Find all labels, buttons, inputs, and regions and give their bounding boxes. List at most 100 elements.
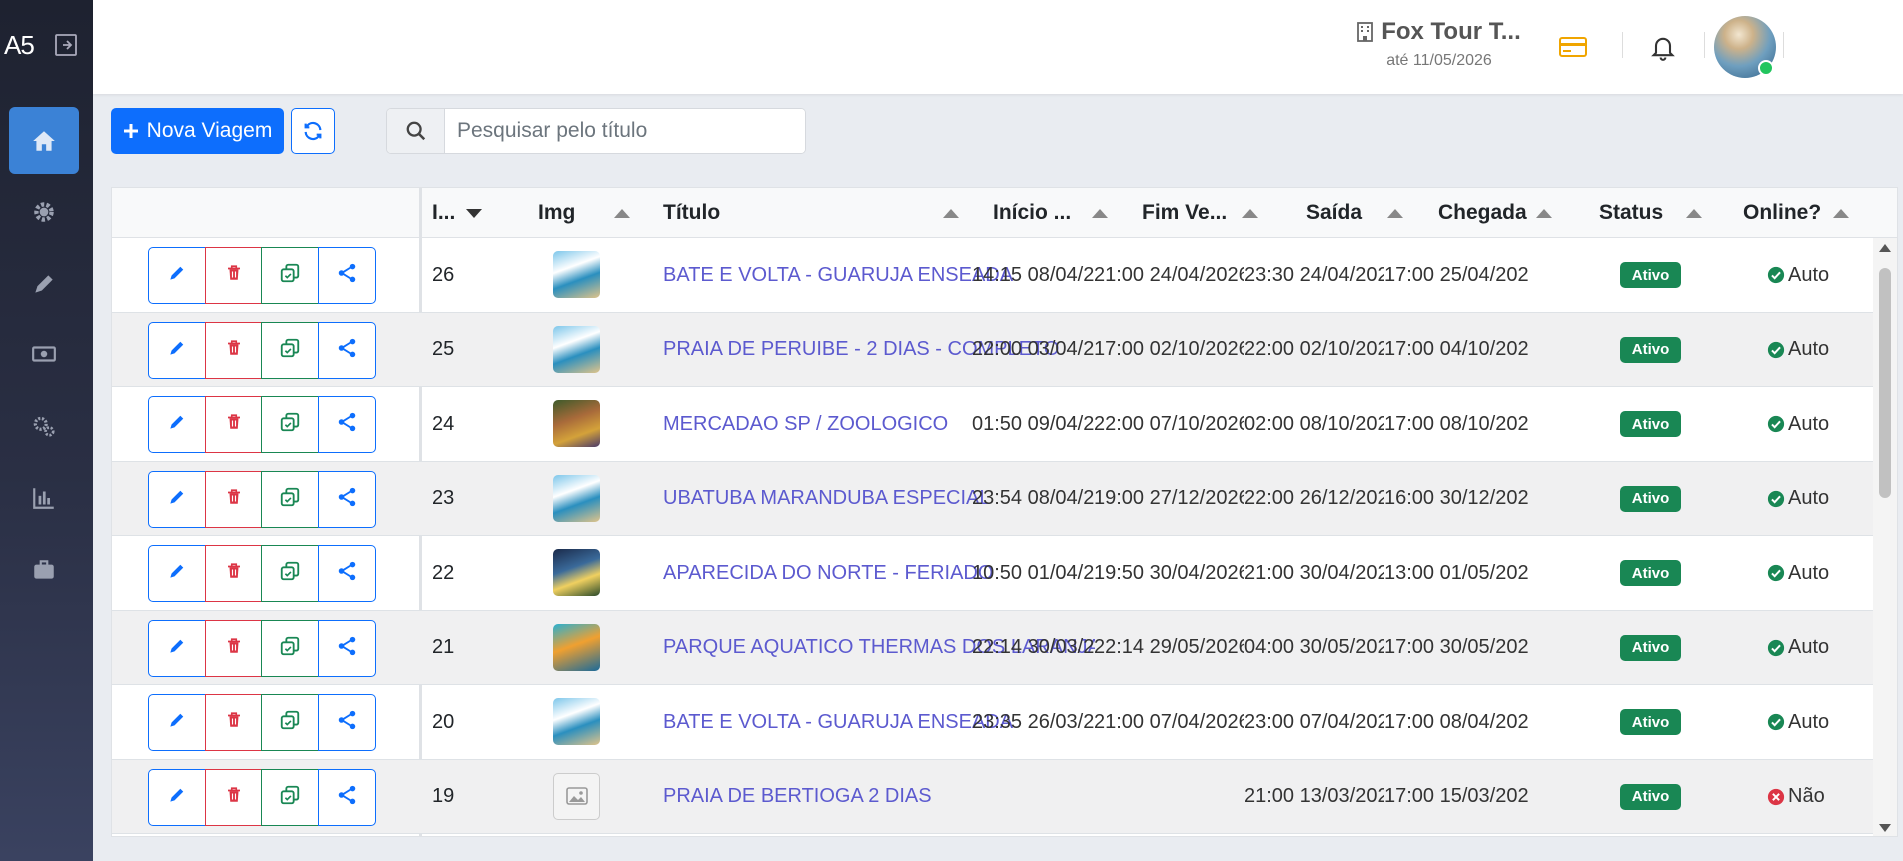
sidebar-item-reports[interactable] — [9, 464, 79, 531]
sidebar-item-config[interactable] — [9, 392, 79, 459]
online-status-label: Auto — [1788, 338, 1830, 360]
trip-id: 19 — [432, 785, 455, 807]
duplicate-button[interactable] — [261, 470, 319, 528]
row-actions — [148, 619, 380, 677]
sale-start-date: 08/04/2026 14:15 — [972, 263, 1094, 286]
trash-icon — [225, 561, 243, 586]
col-header-end[interactable]: Fim Ve... — [1142, 188, 1227, 238]
online-status-label: Auto — [1788, 710, 1830, 733]
col-header-img[interactable]: Img — [538, 188, 575, 238]
sort-icon — [614, 209, 630, 218]
sidebar-item-settings[interactable] — [9, 178, 79, 245]
pencil-icon — [167, 561, 187, 586]
table-row: 25 PRAIA DE PERUIBE - 2 DIAS - COMPLETO 03… — [112, 312, 1874, 387]
edit-button[interactable] — [148, 545, 206, 602]
search-input[interactable] — [445, 109, 805, 153]
sale-end-date: 07/10/2026 22:00 — [1094, 412, 1244, 435]
trip-thumbnail[interactable] — [553, 549, 600, 596]
duplicate-button[interactable] — [261, 396, 319, 453]
share-button[interactable] — [317, 470, 376, 528]
sale-start-date: 26/03/2026 23:35 — [972, 710, 1094, 733]
edit-button[interactable] — [148, 768, 206, 826]
share-button[interactable] — [317, 694, 376, 751]
delete-button[interactable] — [204, 247, 263, 304]
duplicate-button[interactable] — [261, 768, 319, 826]
scroll-up-arrow-icon[interactable] — [1879, 244, 1891, 252]
delete-button[interactable] — [204, 619, 263, 677]
duplicate-button[interactable] — [261, 545, 319, 602]
delete-button[interactable] — [204, 470, 263, 528]
sidebar-item-edit[interactable] — [9, 250, 79, 317]
share-button[interactable] — [317, 321, 376, 379]
copy-icon — [279, 635, 301, 662]
col-header-id[interactable]: I... — [432, 188, 455, 238]
col-header-online[interactable]: Online? — [1743, 188, 1821, 238]
duplicate-button[interactable] — [261, 694, 319, 751]
row-actions — [148, 768, 380, 826]
edit-button[interactable] — [148, 619, 206, 677]
delete-button[interactable] — [204, 694, 263, 751]
sidebar-item-home[interactable] — [9, 107, 79, 174]
trip-title-link[interactable]: BATE E VOLTA - GUARUJA ENSEADA — [663, 264, 1013, 287]
sidebar-item-packages[interactable] — [9, 536, 79, 603]
col-header-arrival[interactable]: Chegada — [1438, 188, 1527, 238]
copy-icon — [279, 337, 301, 364]
share-button[interactable] — [317, 545, 376, 602]
trip-thumbnail[interactable] — [553, 698, 600, 745]
bell-icon[interactable] — [1646, 30, 1680, 64]
share-button[interactable] — [317, 619, 376, 677]
trip-thumbnail[interactable] — [553, 400, 600, 447]
company-selector[interactable]: Fox Tour T... até 11/05/2026 — [1349, 18, 1529, 70]
sort-icon — [1387, 209, 1403, 218]
trip-title-link[interactable]: APARECIDA DO NORTE - FERIADO — [663, 562, 993, 585]
delete-button[interactable] — [204, 768, 263, 826]
edit-button[interactable] — [148, 247, 206, 304]
trip-id: 25 — [432, 338, 455, 360]
trips-table: I... Img Título Início ... Fim Ve... Saí… — [111, 187, 1898, 837]
share-button[interactable] — [317, 768, 376, 826]
duplicate-button[interactable] — [261, 619, 319, 677]
delete-button[interactable] — [204, 396, 263, 453]
trip-title-link[interactable]: BATE E VOLTA - GUARUJA ENSEADA — [663, 711, 1013, 734]
refresh-button[interactable] — [291, 108, 335, 154]
trip-thumbnail[interactable] — [553, 251, 600, 298]
trip-thumbnail[interactable] — [553, 325, 600, 373]
col-header-start[interactable]: Início ... — [993, 188, 1071, 238]
trash-icon — [225, 636, 243, 661]
delete-button[interactable] — [204, 545, 263, 602]
collapse-menu-icon[interactable] — [54, 33, 78, 57]
credit-card-icon[interactable] — [1556, 30, 1590, 64]
trip-title-link[interactable]: MERCADAO SP / ZOOLOGICO — [663, 413, 948, 436]
delete-button[interactable] — [204, 321, 263, 379]
col-header-status[interactable]: Status — [1599, 188, 1663, 238]
trip-id: 26 — [432, 263, 455, 286]
image-placeholder-icon[interactable] — [553, 772, 600, 820]
share-button[interactable] — [317, 247, 376, 304]
arrival-date: 30/12/2026 16:00 — [1384, 487, 1529, 509]
duplicate-button[interactable] — [261, 247, 319, 304]
row-actions — [148, 694, 380, 751]
new-trip-button[interactable]: Nova Viagem — [111, 108, 284, 154]
edit-button[interactable] — [148, 694, 206, 751]
trash-icon — [225, 263, 243, 288]
edit-button[interactable] — [148, 396, 206, 453]
duplicate-button[interactable] — [261, 321, 319, 379]
col-header-title[interactable]: Título — [663, 188, 720, 238]
sidebar-item-finance[interactable] — [9, 320, 79, 387]
trip-title-link[interactable]: UBATUBA MARANDUBA ESPECIAL — [663, 487, 991, 510]
scroll-down-arrow-icon[interactable] — [1879, 824, 1891, 832]
sale-end-date: 24/04/2026 21:00 — [1094, 263, 1244, 286]
scroll-thumb[interactable] — [1879, 268, 1891, 498]
online-status-label: Auto — [1788, 636, 1830, 658]
departure-date: 07/04/2026 23:00 — [1244, 710, 1384, 733]
edit-button[interactable] — [148, 470, 206, 528]
edit-button[interactable] — [148, 321, 206, 379]
trip-title-link[interactable]: PRAIA DE BERTIOGA 2 DIAS — [663, 785, 932, 808]
vertical-scrollbar[interactable] — [1873, 238, 1897, 836]
trip-thumbnail[interactable] — [553, 623, 600, 671]
pencil-icon — [35, 274, 53, 293]
col-header-departure[interactable]: Saída — [1306, 188, 1362, 238]
trip-thumbnail[interactable] — [553, 474, 600, 522]
share-button[interactable] — [317, 396, 376, 453]
share-icon — [336, 560, 358, 587]
